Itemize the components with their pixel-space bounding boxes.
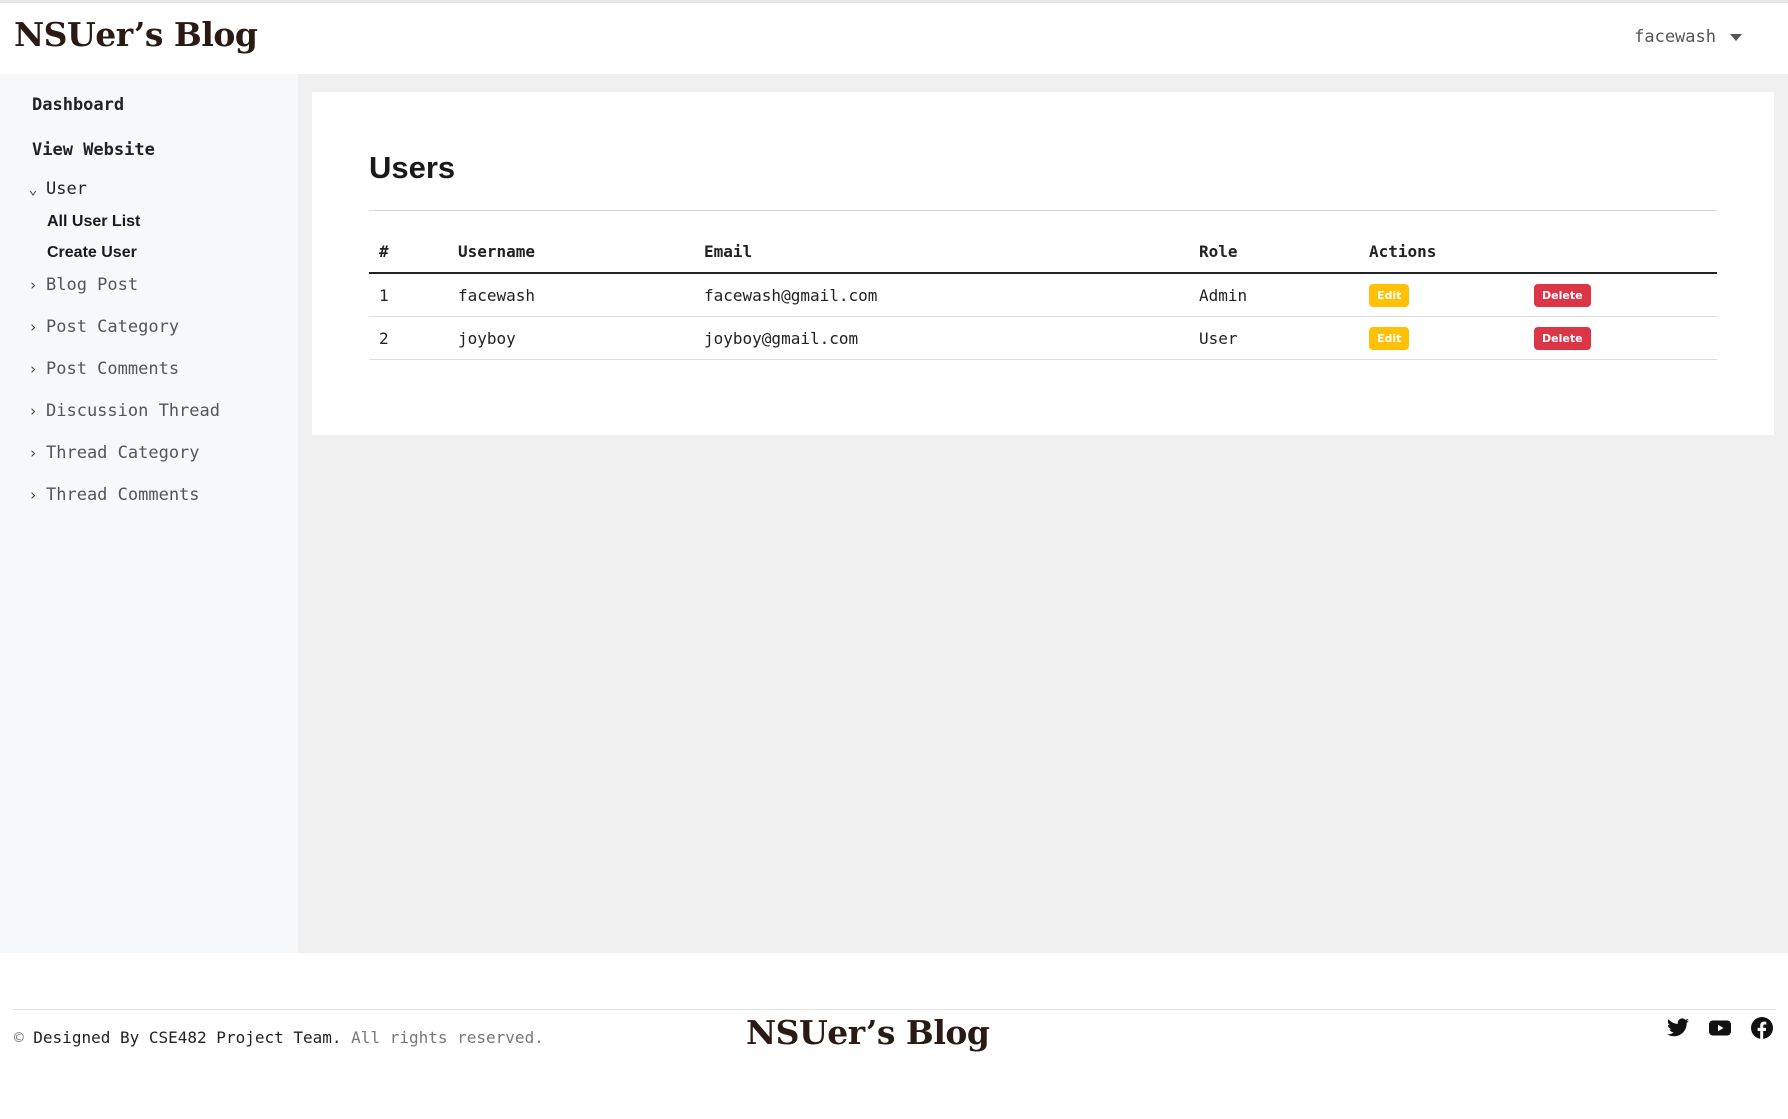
- sidebar-item-create-user[interactable]: Create User: [47, 244, 137, 262]
- designed-by-text: Designed By CSE482 Project Team.: [33, 1028, 342, 1047]
- table-row: 1 facewash facewash@gmail.com Admin Edit…: [369, 273, 1717, 317]
- chevron-right-icon: ›: [28, 486, 38, 504]
- site-brand[interactable]: NSUer’s Blog: [14, 15, 258, 54]
- table-header-row: # Username Email Role Actions: [369, 230, 1717, 274]
- sidebar-group-thread-category[interactable]: › Thread Category: [26, 443, 200, 463]
- user-dropdown[interactable]: facewash: [1634, 27, 1742, 47]
- chevron-right-icon: ›: [28, 360, 38, 378]
- cell-index: 1: [369, 273, 448, 317]
- page-title: Users: [369, 150, 456, 185]
- delete-button[interactable]: Delete: [1534, 283, 1591, 307]
- caret-down-icon: [1730, 33, 1742, 41]
- footer-divider: [12, 1009, 1776, 1010]
- sidebar: Dashboard View Website ⌄ User All User L…: [0, 74, 298, 953]
- sidebar-group-post-comments[interactable]: › Post Comments: [26, 359, 179, 379]
- sidebar-group-label: Post Category: [46, 317, 180, 337]
- chevron-right-icon: ›: [28, 402, 38, 420]
- cell-username: facewash: [448, 273, 694, 317]
- cell-delete: Delete: [1524, 273, 1717, 317]
- edit-button[interactable]: Edit: [1369, 283, 1410, 307]
- sidebar-group-post-category[interactable]: › Post Category: [26, 317, 179, 337]
- sidebar-group-discussion-thread[interactable]: › Discussion Thread: [26, 401, 220, 421]
- sidebar-group-label: Post Comments: [46, 359, 180, 379]
- facebook-icon[interactable]: [1750, 1016, 1774, 1040]
- footer-brand[interactable]: NSUer’s Blog: [746, 1013, 990, 1052]
- column-header-username: Username: [448, 230, 694, 274]
- sidebar-group-label: Thread Comments: [46, 485, 200, 505]
- cell-email: facewash@gmail.com: [694, 273, 1189, 317]
- sidebar-group-blog-post[interactable]: › Blog Post: [26, 275, 138, 295]
- sidebar-group-label: Thread Category: [46, 443, 200, 463]
- cell-role: Admin: [1189, 273, 1359, 317]
- sidebar-item-dashboard[interactable]: Dashboard: [32, 95, 124, 115]
- sidebar-group-label: User: [46, 179, 87, 199]
- column-header-role: Role: [1189, 230, 1359, 274]
- copyright-text: © Designed By CSE482 Project Team. All r…: [14, 1028, 544, 1047]
- delete-button[interactable]: Delete: [1534, 326, 1591, 350]
- column-header-actions: Actions: [1359, 230, 1524, 274]
- edit-button[interactable]: Edit: [1369, 326, 1410, 350]
- sidebar-group-label: Blog Post: [46, 275, 139, 295]
- sidebar-group-thread-comments[interactable]: › Thread Comments: [26, 485, 200, 505]
- column-header-index: #: [369, 230, 448, 274]
- cell-delete: Delete: [1524, 316, 1717, 360]
- twitter-icon[interactable]: [1666, 1016, 1690, 1040]
- youtube-icon[interactable]: [1708, 1016, 1732, 1040]
- sidebar-group-user[interactable]: ⌄ User: [26, 179, 87, 199]
- cell-index: 2: [369, 316, 448, 360]
- sidebar-item-view-website[interactable]: View Website: [32, 140, 155, 160]
- cell-edit: Edit: [1359, 273, 1524, 317]
- copyright-symbol: ©: [14, 1028, 24, 1047]
- chevron-right-icon: ›: [28, 276, 38, 294]
- table-row: 2 joyboy joyboy@gmail.com User Edit Dele…: [369, 316, 1717, 360]
- users-table: # Username Email Role Actions 1 facewash…: [369, 230, 1717, 360]
- cell-edit: Edit: [1359, 316, 1524, 360]
- column-header-actions-extra: [1524, 230, 1717, 274]
- chevron-right-icon: ›: [28, 444, 38, 462]
- top-navbar: NSUer’s Blog facewash: [0, 3, 1788, 74]
- cell-email: joyboy@gmail.com: [694, 316, 1189, 360]
- sidebar-group-label: Discussion Thread: [46, 401, 220, 421]
- social-links: [1666, 1016, 1774, 1040]
- cell-role: User: [1189, 316, 1359, 360]
- chevron-right-icon: ›: [28, 318, 38, 336]
- sidebar-item-all-user-list[interactable]: All User List: [47, 213, 140, 231]
- column-header-email: Email: [694, 230, 1189, 274]
- chevron-down-icon: ⌄: [28, 180, 38, 198]
- title-divider: [369, 210, 1717, 211]
- user-dropdown-label: facewash: [1634, 27, 1716, 47]
- cell-username: joyboy: [448, 316, 694, 360]
- rights-text: All rights reserved.: [351, 1028, 544, 1047]
